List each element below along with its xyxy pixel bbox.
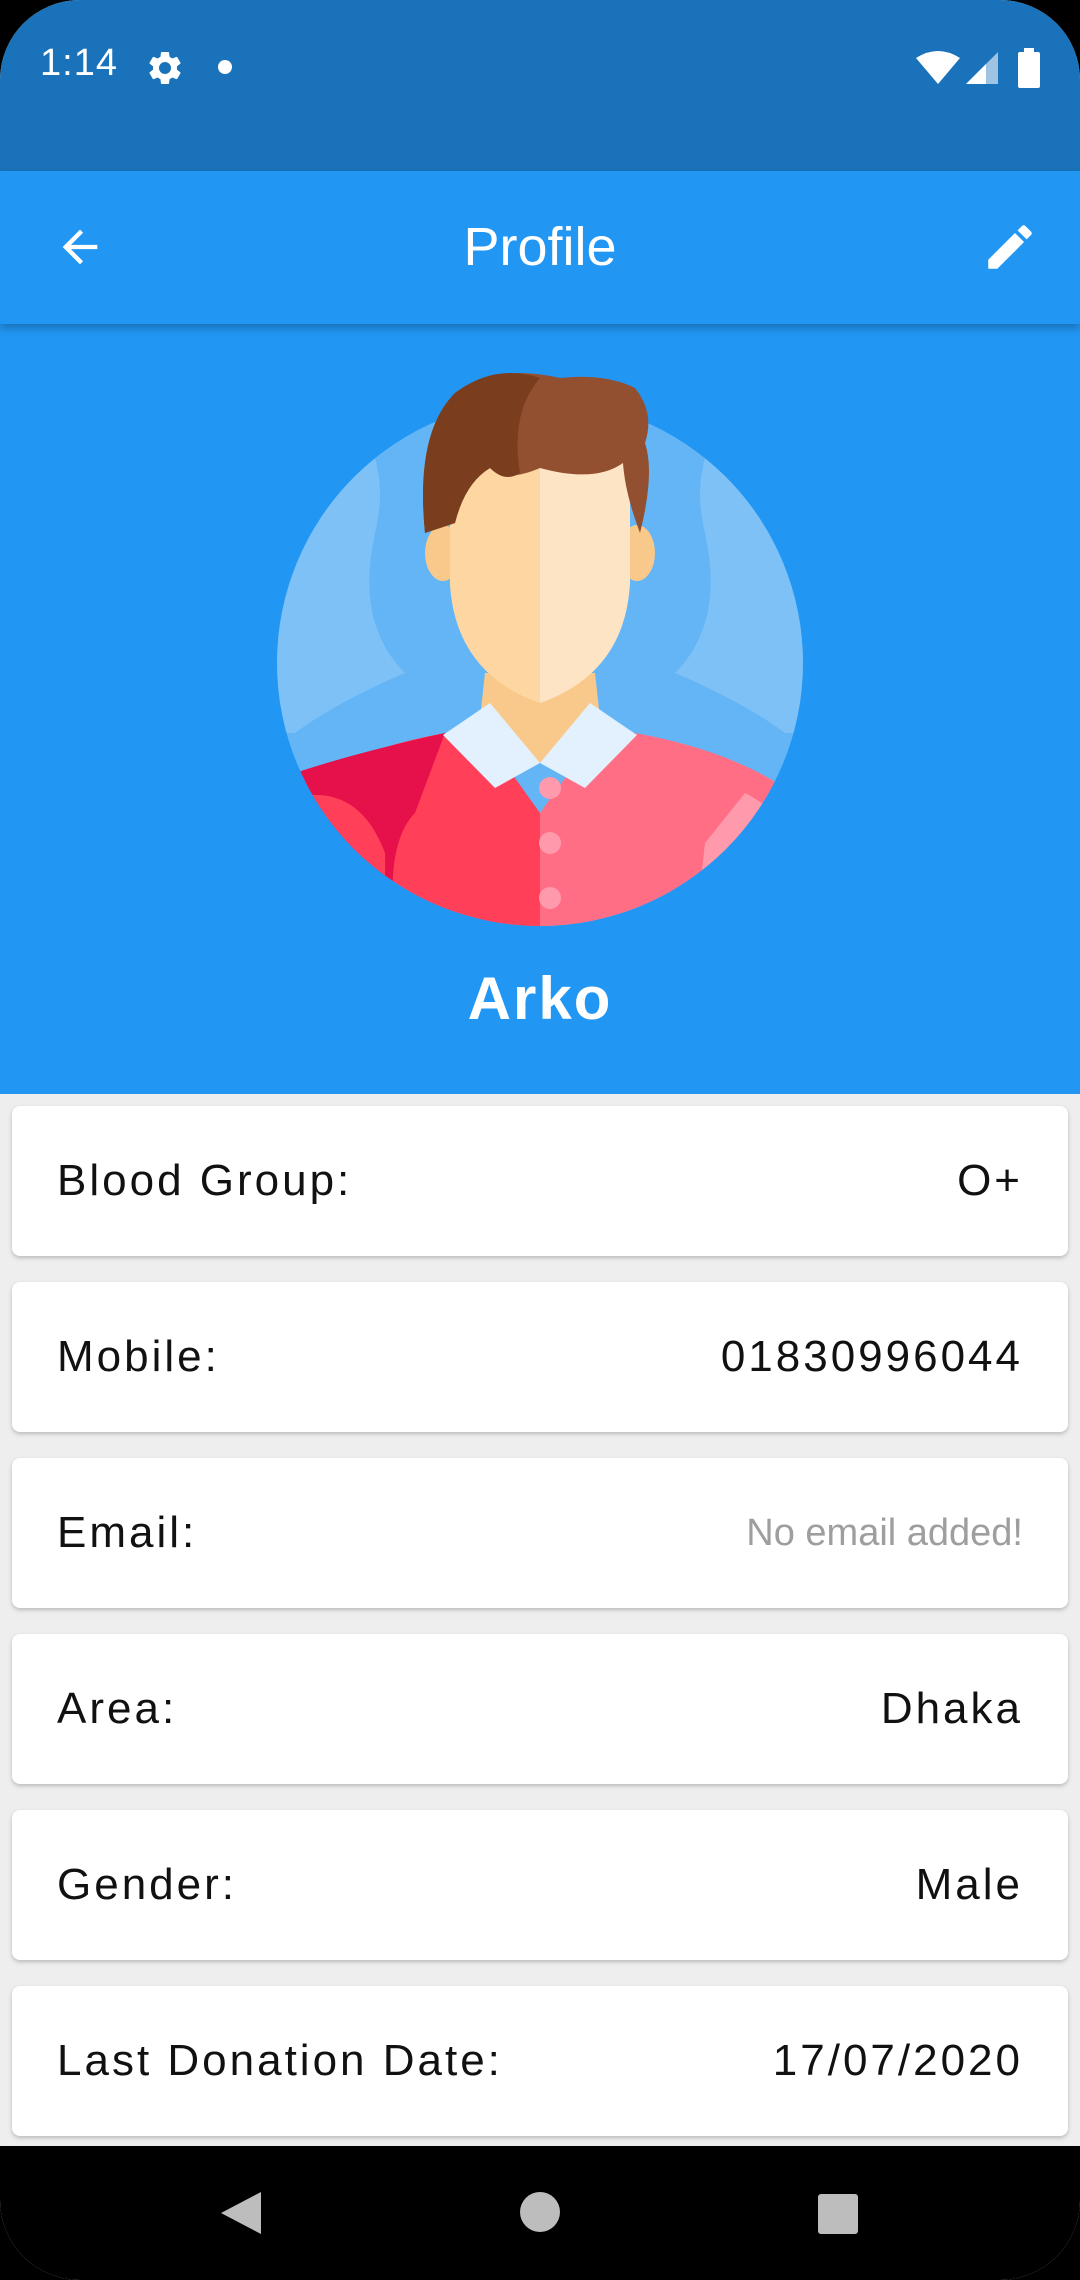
notification-dot-icon — [218, 60, 232, 74]
wifi-icon — [916, 51, 960, 84]
blood-group-value: O+ — [957, 1156, 1023, 1205]
battery-icon — [1018, 48, 1040, 88]
status-time: 1:14 — [40, 42, 118, 84]
avatar-male-icon — [277, 373, 803, 926]
last-donation-label: Last Donation Date: — [57, 2036, 503, 2085]
mobile-value: 01830996044 — [720, 1332, 1023, 1381]
phone-screen: 1:14 Profile Arko Blood Group: O+ Mobile… — [0, 0, 1080, 2280]
email-value: No email added! — [746, 1512, 1023, 1554]
mobile-card: Mobile: 01830996044 — [12, 1282, 1068, 1432]
back-button[interactable] — [40, 207, 120, 287]
status-bar: 1:14 — [0, 0, 1080, 171]
mobile-label: Mobile: — [57, 1332, 220, 1381]
app-bar: Profile — [0, 171, 1080, 324]
area-value: Dhaka — [880, 1684, 1023, 1733]
last-donation-value: 17/07/2020 — [772, 2036, 1023, 2085]
page-title: Profile — [463, 217, 617, 277]
gear-icon — [149, 51, 181, 84]
system-nav-bar — [0, 2146, 1080, 2280]
area-card: Area: Dhaka — [12, 1634, 1068, 1784]
blood-group-card: Blood Group: O+ — [12, 1106, 1068, 1256]
gender-label: Gender: — [57, 1860, 237, 1909]
email-label: Email: — [57, 1508, 198, 1557]
area-label: Area: — [57, 1684, 178, 1733]
gender-value: Male — [915, 1860, 1023, 1909]
arrow-back-icon — [62, 229, 98, 265]
email-card: Email: No email added! — [12, 1458, 1068, 1608]
edit-profile-button[interactable] — [970, 207, 1050, 287]
signal-icon — [966, 52, 998, 84]
nav-recents-icon[interactable] — [818, 2194, 858, 2234]
nav-home-icon[interactable] — [520, 2192, 560, 2232]
gender-card: Gender: Male — [12, 1810, 1068, 1960]
nav-back-icon[interactable] — [215, 2188, 265, 2238]
blood-group-label: Blood Group: — [57, 1156, 353, 1205]
pencil-icon — [988, 225, 1032, 269]
profile-name: Arko — [467, 965, 613, 1032]
last-donation-card: Last Donation Date: 17/07/2020 — [12, 1986, 1068, 2136]
profile-header: Arko — [0, 324, 1080, 1094]
